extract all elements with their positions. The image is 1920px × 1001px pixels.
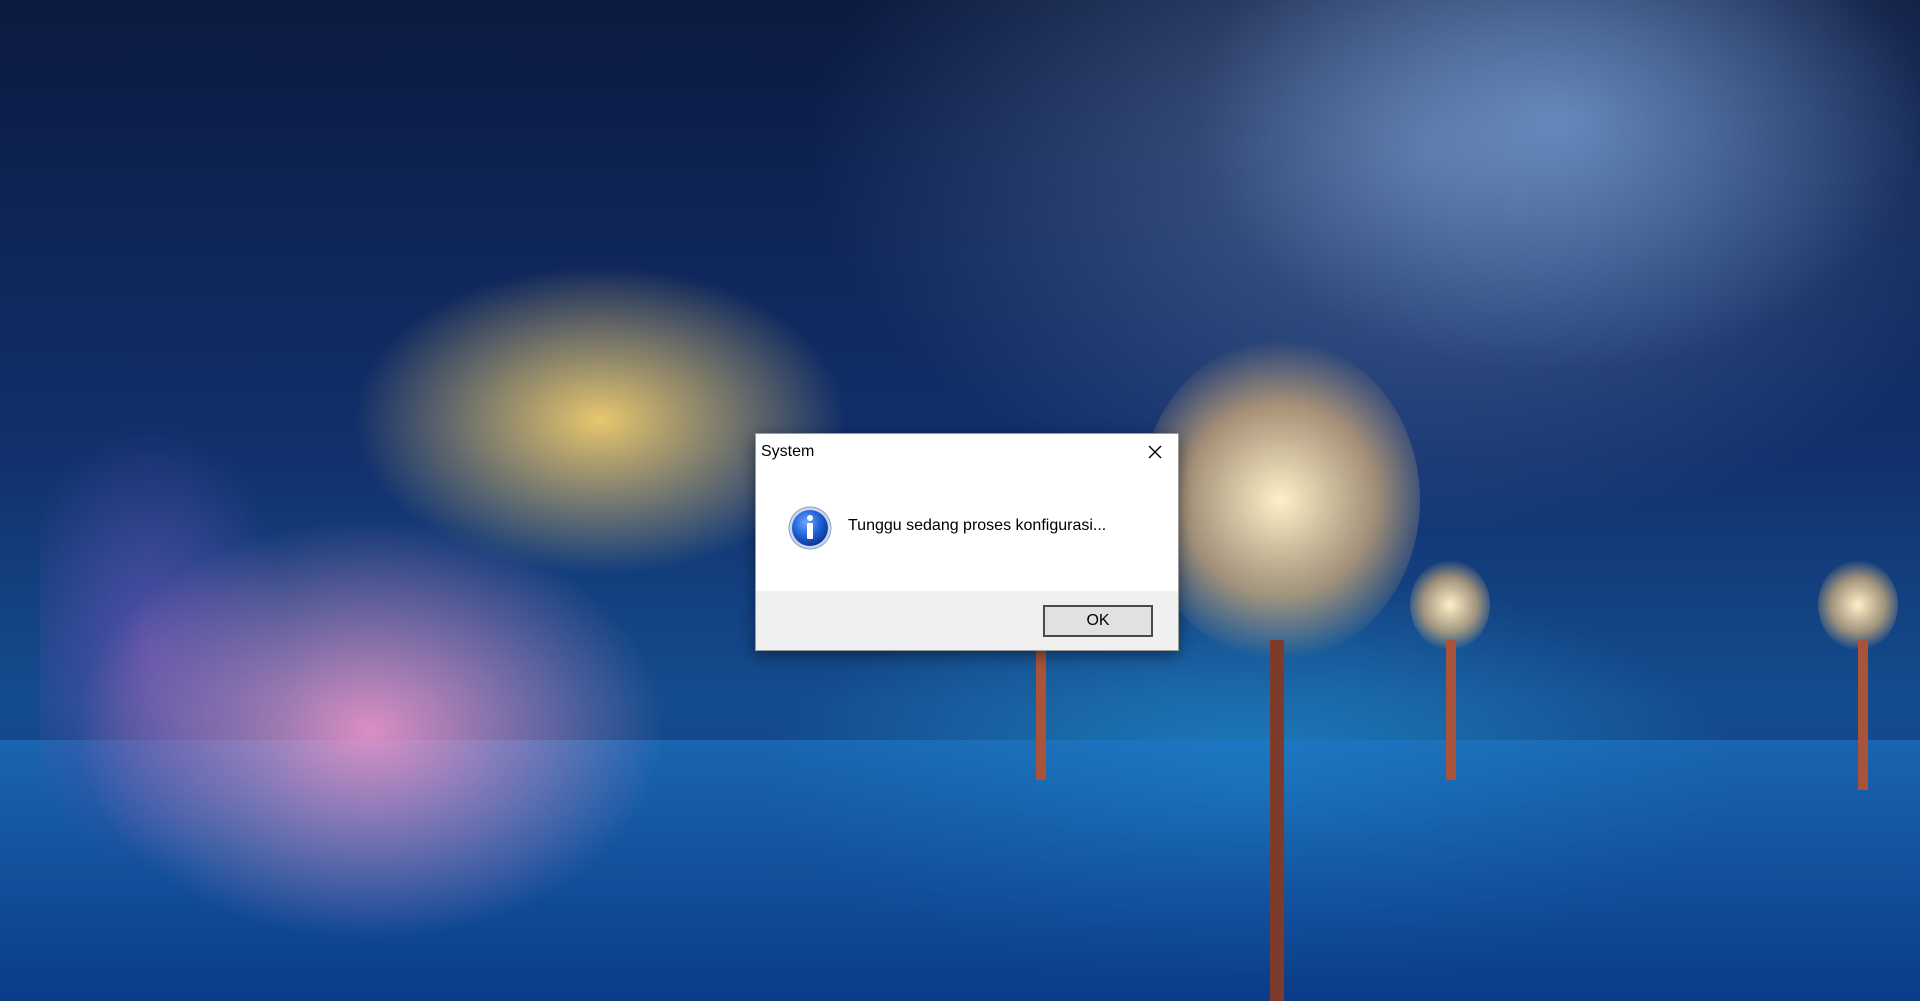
large-lantern-glow bbox=[1140, 340, 1420, 660]
ok-button[interactable]: OK bbox=[1043, 605, 1153, 637]
close-button[interactable] bbox=[1132, 434, 1178, 470]
dialog-footer: OK bbox=[756, 591, 1178, 650]
right-lantern-glow-2 bbox=[1818, 560, 1898, 650]
right-lantern-post-1 bbox=[1446, 640, 1456, 780]
desktop-wallpaper: System Tunggu sedang proses konfigurasi.… bbox=[0, 0, 1920, 1001]
dialog-titlebar[interactable]: System bbox=[756, 434, 1178, 470]
system-message-dialog: System Tunggu sedang proses konfigurasi.… bbox=[755, 433, 1179, 651]
large-lantern-post bbox=[1270, 640, 1284, 1001]
middle-lantern-post bbox=[1036, 650, 1046, 780]
right-lantern-glow-1 bbox=[1410, 560, 1490, 650]
dialog-message: Tunggu sedang proses konfigurasi... bbox=[848, 517, 1107, 534]
dialog-body: Tunggu sedang proses konfigurasi... bbox=[756, 470, 1178, 591]
dialog-title: System bbox=[761, 443, 815, 460]
info-icon bbox=[788, 506, 832, 550]
right-lantern-post-2 bbox=[1858, 640, 1868, 790]
close-icon bbox=[1148, 445, 1162, 459]
